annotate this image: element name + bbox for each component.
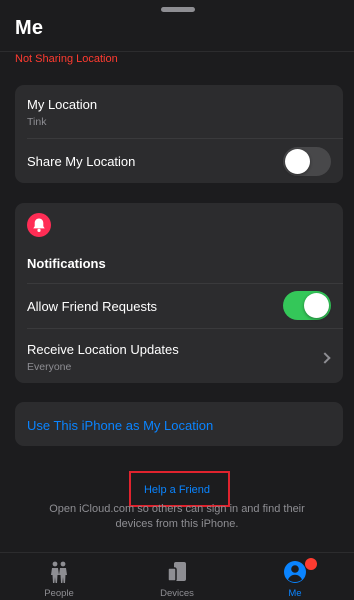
sharing-status: Not Sharing Location	[15, 53, 118, 65]
tab-me[interactable]: Me	[236, 553, 354, 600]
my-location-row[interactable]: My Location Tink	[15, 85, 343, 138]
location-updates-row[interactable]: Receive Location Updates Everyone	[15, 329, 343, 383]
bell-icon	[33, 218, 45, 232]
location-updates-value: Everyone	[27, 361, 72, 373]
share-location-label: Share My Location	[27, 154, 136, 169]
friend-requests-label: Allow Friend Requests	[27, 299, 158, 314]
tab-people-label: People	[44, 588, 74, 599]
my-location-label: My Location	[27, 97, 98, 112]
notification-badge	[27, 213, 51, 237]
person-icon	[284, 561, 306, 583]
toggle-knob	[285, 149, 310, 174]
use-iphone-link[interactable]: Use This iPhone as My Location	[27, 418, 213, 433]
notifications-heading: Notifications	[27, 256, 106, 271]
tab-bar: People Devices Me	[0, 552, 354, 600]
tab-me-label: Me	[288, 588, 302, 599]
tab-devices[interactable]: Devices	[118, 553, 236, 600]
people-icon	[51, 561, 67, 583]
notifications-card: Notifications Allow Friend Requests Rece…	[15, 203, 343, 383]
header-divider	[0, 51, 354, 52]
page-title: Me	[15, 17, 44, 39]
tab-people[interactable]: People	[0, 553, 118, 600]
friend-requests-toggle[interactable]	[283, 291, 331, 320]
location-updates-label: Receive Location Updates	[27, 342, 179, 357]
location-card: My Location Tink Share My Location	[15, 85, 343, 183]
share-location-row: Share My Location	[15, 139, 343, 183]
tab-devices-label: Devices	[160, 588, 194, 599]
sheet-grabber[interactable]	[161, 7, 195, 12]
my-location-value: Tink	[27, 116, 47, 128]
devices-icon	[167, 562, 186, 582]
chevron-right-icon	[319, 352, 331, 364]
help-a-friend-link[interactable]: Help a Friend	[0, 484, 354, 496]
notification-dot	[305, 558, 317, 570]
use-iphone-card: Use This iPhone as My Location	[15, 402, 343, 446]
help-description: Open iCloud.com so others can sign in an…	[49, 503, 305, 530]
toggle-knob	[304, 293, 329, 318]
friend-requests-row: Allow Friend Requests	[15, 284, 343, 328]
share-location-toggle[interactable]	[283, 147, 331, 176]
